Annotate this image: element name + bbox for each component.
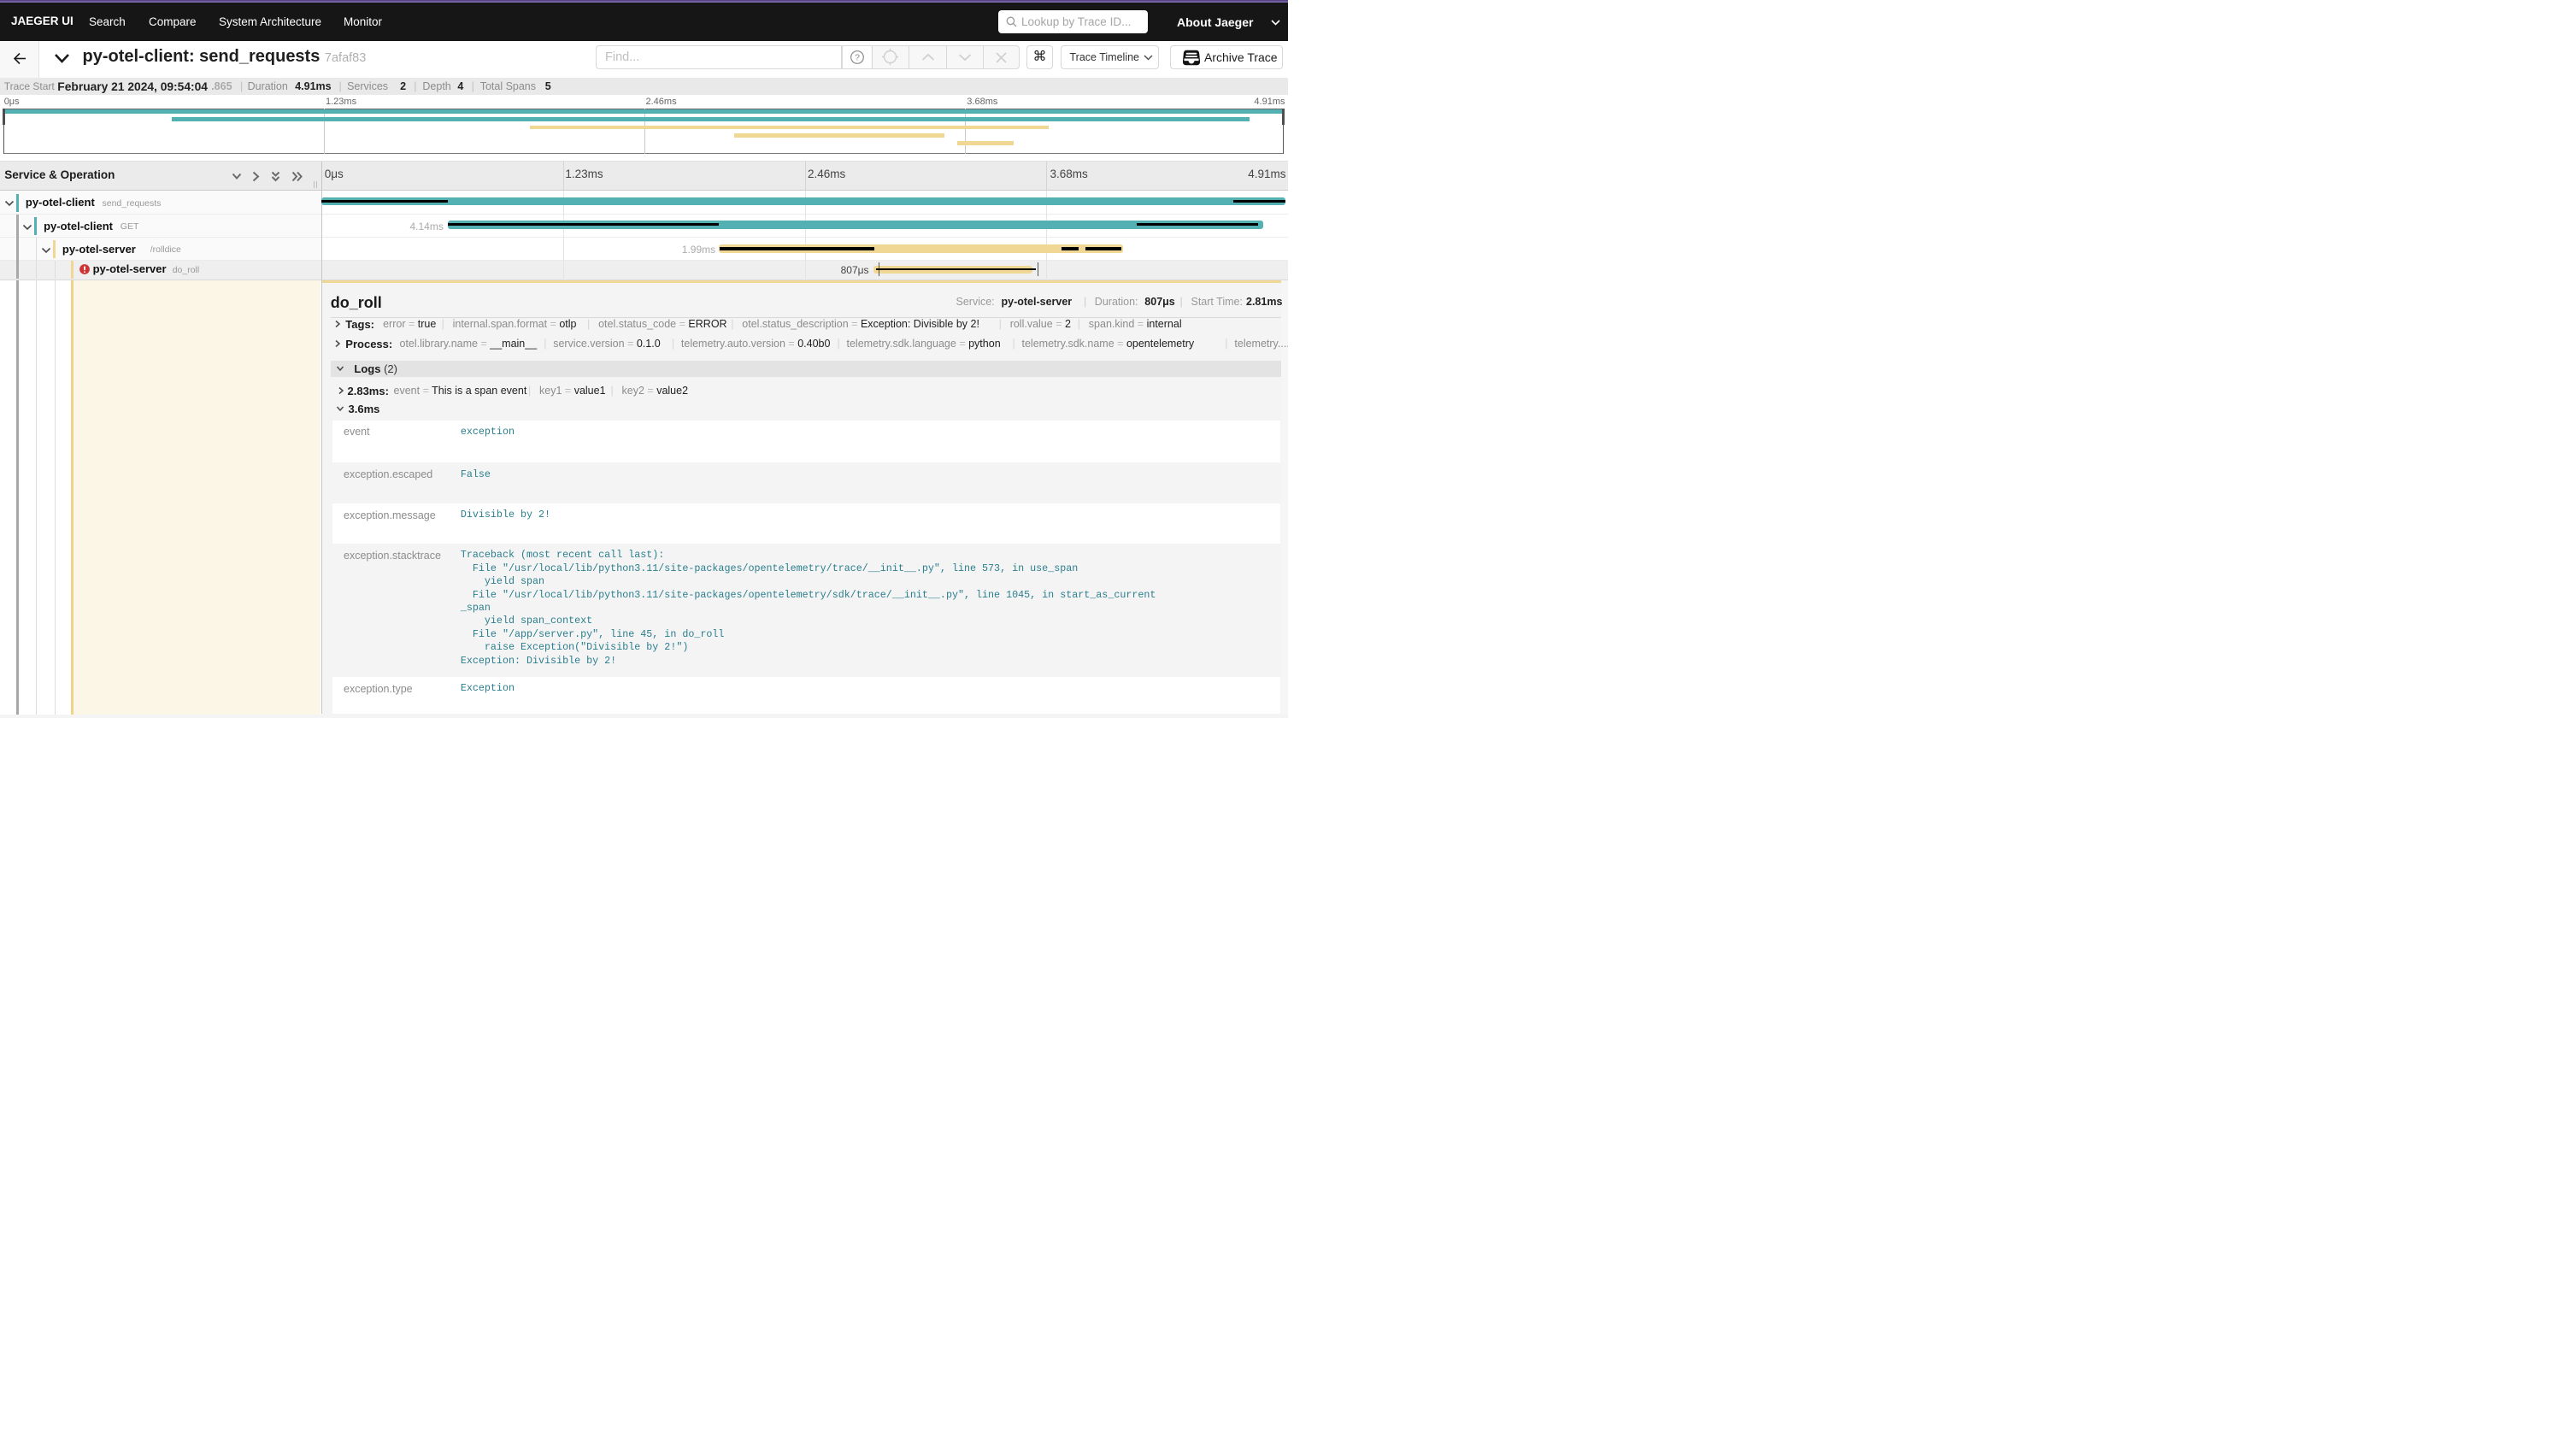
svg-text:?: ? [855, 53, 860, 63]
